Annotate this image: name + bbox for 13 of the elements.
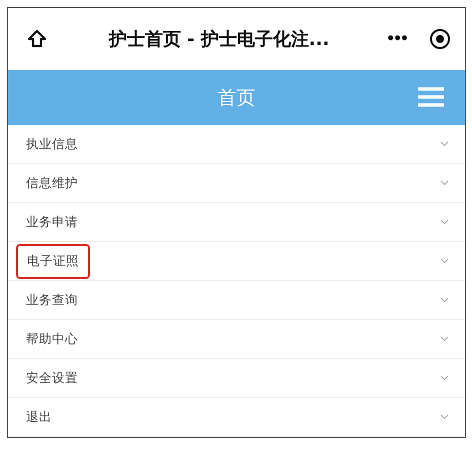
chevron-icon xyxy=(440,297,449,303)
chevron-icon xyxy=(440,180,449,186)
chevron-icon xyxy=(440,258,449,264)
page-title: 护士首页 - 护士电子化注... xyxy=(108,28,330,51)
menu-item[interactable]: 电子证照 xyxy=(8,242,465,281)
chevron-icon xyxy=(440,336,449,342)
home-icon[interactable] xyxy=(26,28,48,50)
chevron-icon xyxy=(440,141,449,147)
more-button[interactable]: ••• xyxy=(382,31,411,47)
header-title: 首页 xyxy=(218,86,256,110)
chevron-icon xyxy=(440,219,449,225)
chevron-icon xyxy=(440,375,449,381)
chevron-icon xyxy=(440,414,449,420)
